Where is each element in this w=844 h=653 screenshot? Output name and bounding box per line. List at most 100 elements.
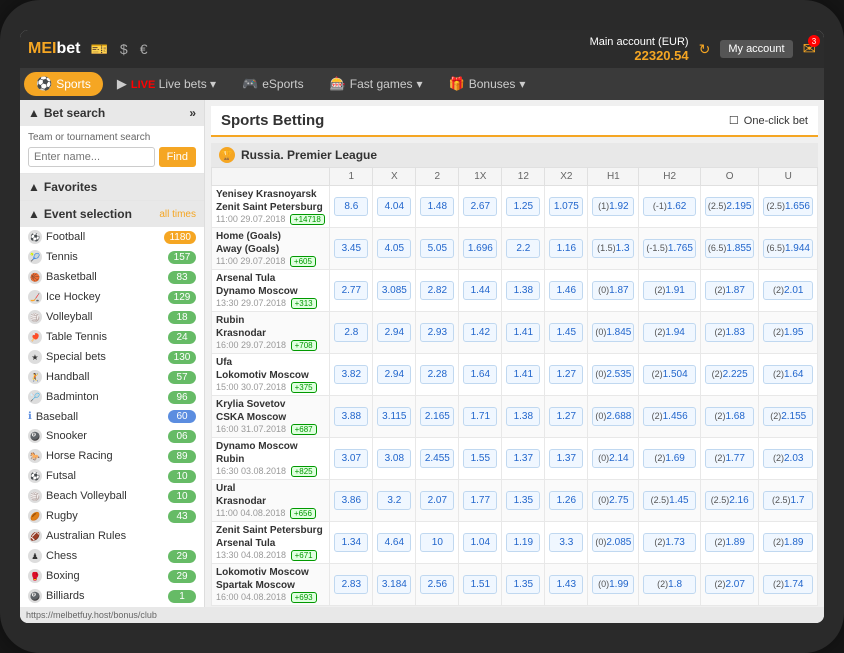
odd-button[interactable]: (2.5)2.195 [705,197,755,216]
odd-button[interactable]: 2.8 [334,323,368,342]
odd-button[interactable]: 3.07 [334,449,368,468]
odd-button[interactable]: 1.46 [549,281,583,300]
odd-button[interactable]: 2.28 [420,365,454,384]
sport-item-beach-volleyball[interactable]: 🏐 Beach Volleyball 10 [20,486,204,506]
odd-button[interactable]: (0)2.085 [592,533,634,552]
nav-fast-games[interactable]: 🎰 Fast games ▾ [318,72,435,96]
odd-button[interactable]: 2.82 [420,281,454,300]
odd-button[interactable]: (2)2.225 [705,365,755,384]
odd-button[interactable]: 2.93 [420,323,454,342]
odd-button[interactable]: (6.5)1.944 [763,239,813,258]
odd-button[interactable]: (2)1.83 [705,323,755,342]
odd-button[interactable]: (2)1.504 [643,365,696,384]
odd-button[interactable]: (2)1.456 [643,407,696,426]
sport-item-baseball[interactable]: ℹ Baseball 60 [20,407,204,426]
odd-button[interactable]: 1.34 [334,533,368,552]
odd-button[interactable]: 3.115 [377,407,411,426]
sport-item-basketball[interactable]: 🏀 Basketball 83 [20,267,204,287]
odd-button[interactable]: 1.51 [463,575,497,594]
odd-button[interactable]: 1.35 [506,491,540,510]
odd-button[interactable]: (2)1.89 [705,533,755,552]
odd-button[interactable]: 2.2 [506,239,540,258]
odd-button[interactable]: 2.77 [334,281,368,300]
odd-button[interactable]: 3.2 [377,491,411,510]
my-account-button[interactable]: My account [720,40,792,58]
event-selection-header[interactable]: ▲ Event selection all times [20,201,204,227]
odd-button[interactable]: 1.38 [506,407,540,426]
odd-button[interactable]: 1.41 [506,323,540,342]
odd-button[interactable]: (2)2.155 [763,407,813,426]
odd-button[interactable]: 1.44 [463,281,497,300]
find-button[interactable]: Find [159,147,196,167]
odd-button[interactable]: 2.455 [420,449,454,468]
odd-button[interactable]: 1.55 [463,449,497,468]
sport-item-volleyball[interactable]: 🏐 Volleyball 18 [20,307,204,327]
odd-button[interactable]: 1.38 [506,281,540,300]
odd-button[interactable]: 1.27 [549,407,583,426]
odd-button[interactable]: 4.05 [377,239,411,258]
sport-item-tennis[interactable]: 🎾 Tennis 157 [20,247,204,267]
odd-button[interactable]: 1.19 [506,533,540,552]
odd-button[interactable]: 1.16 [549,239,583,258]
odd-button[interactable]: 4.64 [377,533,411,552]
odd-button[interactable]: 5.05 [420,239,454,258]
odd-button[interactable]: (2)1.77 [705,449,755,468]
odd-button[interactable]: (1)1.92 [592,197,634,216]
favorites-header[interactable]: ▲ Favorites [20,174,204,200]
odd-button[interactable]: 3.3 [549,533,583,552]
odd-button[interactable]: 1.26 [549,491,583,510]
odd-button[interactable]: (2)2.07 [705,575,755,594]
odd-button[interactable]: 2.94 [377,365,411,384]
odd-button[interactable]: 3.86 [334,491,368,510]
odd-button[interactable]: 1.71 [463,407,497,426]
odd-button[interactable]: 3.184 [377,575,411,594]
odd-button[interactable]: (-1)1.62 [643,197,696,216]
odd-button[interactable]: 1.37 [549,449,583,468]
nav-live-bets[interactable]: ▶ LIVE Live bets ▾ [105,72,228,96]
sport-item-table-tennis[interactable]: 🏓 Table Tennis 24 [20,327,204,347]
sport-item-snooker[interactable]: 🎱 Snooker 06 [20,426,204,446]
odd-button[interactable]: 2.83 [334,575,368,594]
odd-button[interactable]: 1.27 [549,365,583,384]
odd-button[interactable]: (2)1.73 [643,533,696,552]
odd-button[interactable]: 2.94 [377,323,411,342]
sport-item-boxing[interactable]: 🥊 Boxing 29 [20,566,204,586]
odd-button[interactable]: (2)1.68 [705,407,755,426]
odd-button[interactable]: 3.45 [334,239,368,258]
odd-button[interactable]: (0)2.75 [592,491,634,510]
odd-button[interactable]: (2)1.94 [643,323,696,342]
all-times-label[interactable]: all times [159,209,196,220]
odd-button[interactable]: (2)1.74 [763,575,813,594]
odd-button[interactable]: (2.5)1.45 [643,491,696,510]
odd-button[interactable]: (2)1.95 [763,323,813,342]
odd-button[interactable]: 3.085 [377,281,411,300]
odd-button[interactable]: 2.07 [420,491,454,510]
sport-item-horse-racing[interactable]: 🐎 Horse Racing 89 [20,446,204,466]
odd-button[interactable]: (0)1.845 [592,323,634,342]
odd-button[interactable]: 2.67 [463,197,497,216]
odd-button[interactable]: (2)1.87 [705,281,755,300]
odd-button[interactable]: (0)2.535 [592,365,634,384]
odd-button[interactable]: (2)1.64 [763,365,813,384]
odd-button[interactable]: (0)2.14 [592,449,634,468]
odd-button[interactable]: 1.075 [549,197,583,216]
bet-search-header[interactable]: ▲ Bet search » [20,100,204,126]
sport-item-badminton[interactable]: 🏸 Badminton 96 [20,387,204,407]
odd-button[interactable]: 1.42 [463,323,497,342]
odd-button[interactable]: (6.5)1.855 [705,239,755,258]
sport-item-billiards[interactable]: 🎱 Billiards 1 [20,586,204,606]
odd-button[interactable]: (0)1.87 [592,281,634,300]
odd-button[interactable]: 8.6 [334,197,368,216]
odd-button[interactable]: (2)1.89 [763,533,813,552]
odd-button[interactable]: 1.43 [549,575,583,594]
dollar-icon[interactable]: $ [120,41,128,57]
odd-button[interactable]: (2)2.03 [763,449,813,468]
odd-button[interactable]: 1.696 [463,239,497,258]
odd-button[interactable]: 3.82 [334,365,368,384]
odd-button[interactable]: (0)1.99 [592,575,634,594]
odd-button[interactable]: 1.37 [506,449,540,468]
one-click-bet[interactable]: ☐ One-click bet [729,114,808,127]
nav-bonuses[interactable]: 🎁 Bonuses ▾ [437,72,538,96]
odd-button[interactable]: 3.08 [377,449,411,468]
odd-button[interactable]: (2)1.69 [643,449,696,468]
